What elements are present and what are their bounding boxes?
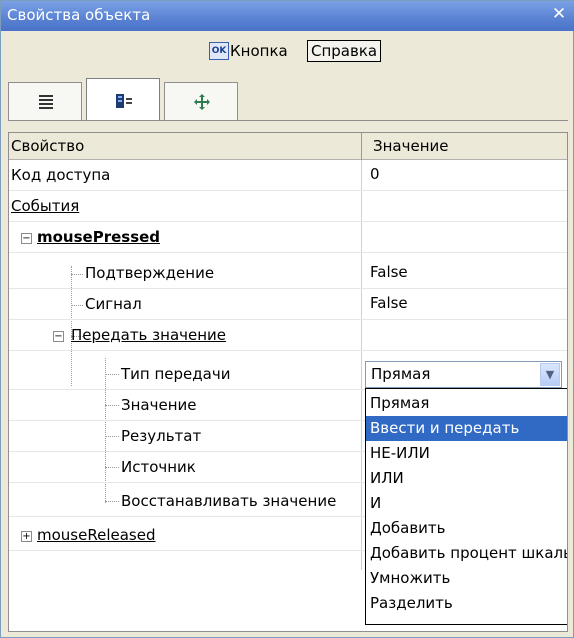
help-button[interactable]: Справка	[307, 40, 382, 62]
row-label: Передать значение	[71, 326, 227, 344]
tab-properties[interactable]	[8, 82, 82, 120]
toolbar: OK Кнопка Справка	[1, 37, 574, 65]
row-value[interactable]: 0	[370, 165, 380, 183]
row-label: Значение	[121, 396, 197, 414]
row-events[interactable]: События	[9, 192, 567, 222]
row-mouse-pressed[interactable]: − mousePressed	[9, 223, 567, 253]
dropdown-option[interactable]: Умножить	[366, 566, 567, 591]
row-confirmation[interactable]: Подтверждение False	[9, 259, 567, 289]
button-object-label[interactable]: Кнопка	[230, 41, 288, 61]
window-title: Свойства объекта	[7, 6, 151, 24]
dropdown-option[interactable]: ИЛИ	[366, 466, 567, 491]
row-label: mousePressed	[37, 228, 161, 246]
collapse-icon[interactable]: −	[21, 233, 32, 244]
row-label: События	[11, 197, 80, 215]
dropdown-option[interactable]: Разделить	[366, 591, 567, 616]
row-label: Код доступа	[11, 166, 111, 184]
collapse-icon[interactable]: −	[53, 331, 64, 342]
transfer-type-select[interactable]: Прямая ▼	[365, 361, 562, 388]
tab-move[interactable]	[164, 82, 238, 120]
tab-bar	[8, 78, 568, 121]
row-value[interactable]: False	[370, 294, 408, 312]
row-label: Сигнал	[85, 295, 142, 313]
row-label: Восстанавливать значение	[121, 492, 337, 510]
header-value[interactable]: Значение	[373, 137, 449, 155]
row-label: Источник	[121, 458, 196, 476]
row-signal[interactable]: Сигнал False	[9, 290, 567, 320]
chevron-down-icon[interactable]: ▼	[540, 363, 560, 386]
events-icon	[116, 94, 132, 108]
ok-icon: OK	[209, 42, 229, 60]
tab-divider	[8, 120, 568, 121]
select-value: Прямая	[371, 365, 431, 383]
row-label: Результат	[121, 427, 202, 445]
close-icon[interactable]: ✕	[549, 4, 569, 24]
header-divider[interactable]	[361, 133, 362, 160]
row-label: mouseReleased	[37, 526, 156, 544]
dropdown-option[interactable]: Прямая	[366, 391, 567, 416]
header-property[interactable]: Свойство	[11, 137, 84, 155]
list-icon	[39, 95, 53, 109]
dropdown-option[interactable]: Добавить процент шкалы	[366, 541, 567, 566]
dropdown-option[interactable]: Добавить	[366, 516, 567, 541]
tab-events[interactable]	[86, 78, 160, 121]
grid-header: Свойство Значение	[9, 133, 567, 160]
dropdown-option[interactable]: НЕ-ИЛИ	[366, 441, 567, 466]
expand-icon[interactable]: +	[21, 531, 32, 542]
row-pass-value[interactable]: − Передать значение	[9, 321, 567, 351]
row-access-code[interactable]: Код доступа 0	[9, 161, 567, 191]
dropdown-option[interactable]: И	[366, 491, 567, 516]
move-icon	[194, 94, 210, 110]
dropdown-option-selected[interactable]: Ввести и передать	[366, 416, 567, 441]
title-bar[interactable]: Свойства объекта ✕	[1, 1, 574, 31]
row-label: Подтверждение	[85, 264, 215, 282]
transfer-type-dropdown: Прямая Ввести и передать НЕ-ИЛИ ИЛИ И До…	[365, 388, 567, 625]
property-grid: Свойство Значение Код доступа 0 События …	[8, 132, 568, 632]
row-label: Тип передачи	[121, 365, 231, 383]
row-value[interactable]: False	[370, 263, 408, 281]
object-properties-window: Свойства объекта ✕ OK Кнопка Справка Сво…	[0, 0, 574, 638]
